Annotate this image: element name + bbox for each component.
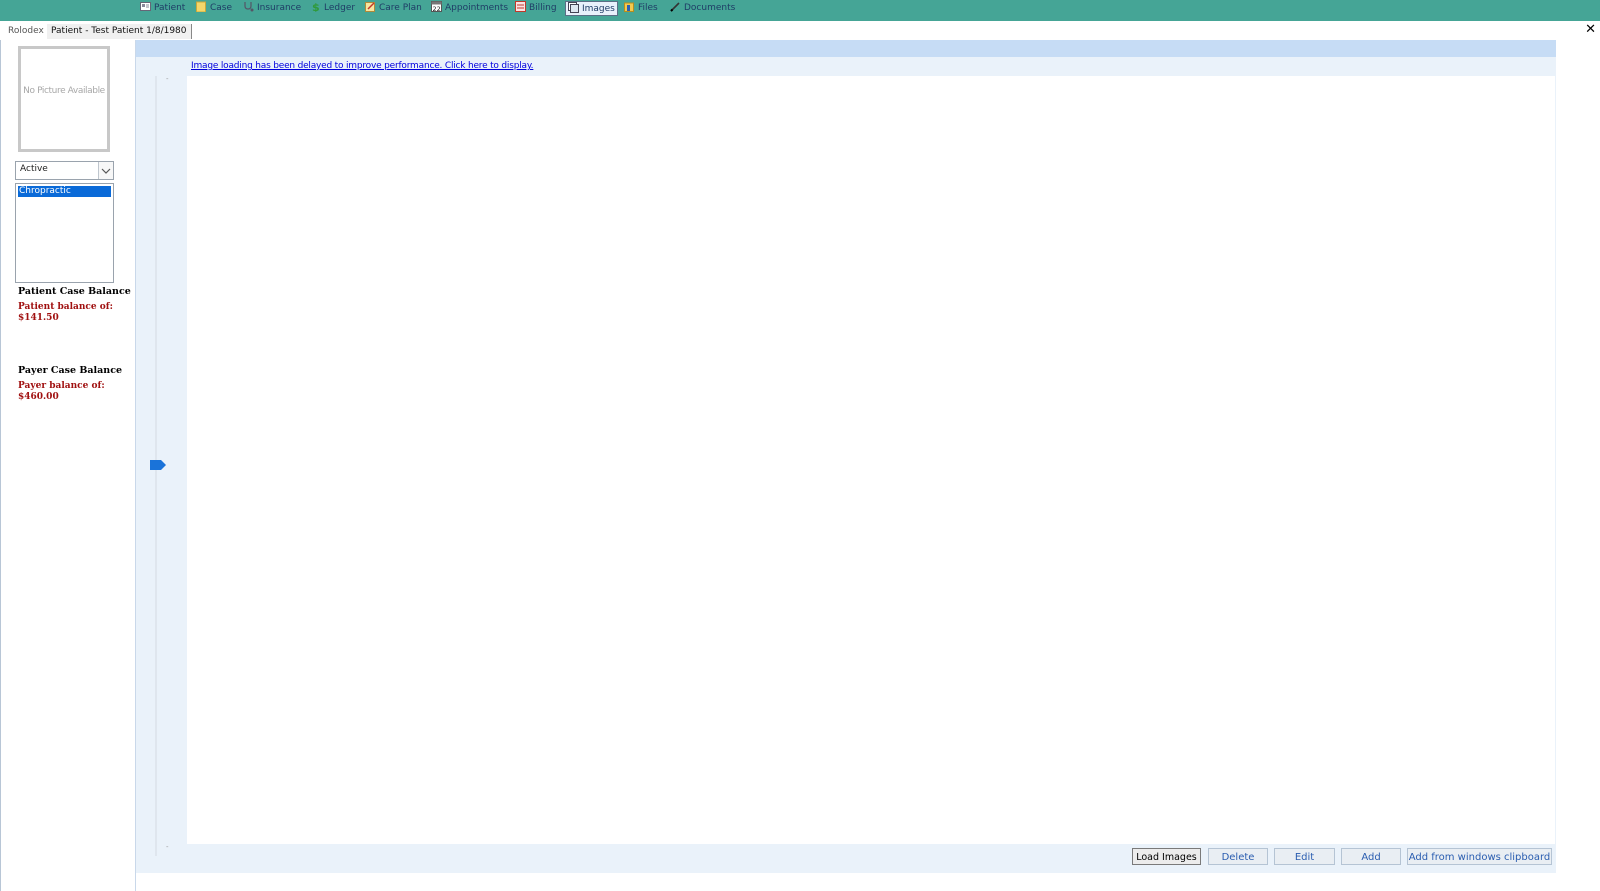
slider-tick-top: -	[166, 75, 169, 83]
case-status-value: Active	[20, 164, 48, 174]
slider-handle[interactable]	[150, 460, 166, 470]
tab-label: Ledger	[324, 3, 356, 13]
case-status-select[interactable]: Active	[15, 161, 114, 180]
dollar-icon: $	[310, 1, 321, 14]
tab-patient-info[interactable]: Patient	[140, 1, 185, 16]
tab-files[interactable]: Files	[624, 1, 658, 16]
delete-button[interactable]: Delete	[1208, 848, 1268, 865]
billing-icon	[515, 1, 526, 12]
payer-balance-amount: $460.00	[18, 392, 59, 402]
tab-label: Appointments	[445, 3, 509, 13]
add-from-clipboard-button[interactable]: Add from windows clipboard	[1407, 848, 1552, 865]
tab-label: Images	[582, 4, 615, 14]
sidebar-border	[0, 40, 1, 891]
calendar-icon: 22	[431, 1, 442, 13]
tab-label: Billing	[529, 3, 557, 13]
svg-text:$: $	[312, 1, 320, 12]
svg-text:22: 22	[433, 5, 441, 12]
tab-appointments[interactable]: 22 Appointments	[431, 1, 508, 16]
load-images-notice-link[interactable]: Image loading has been delayed to improv…	[191, 61, 534, 71]
patient-toolbar	[136, 40, 1556, 58]
document-tab-strip: Rolodex Patient - Test Patient 1/8/1980 …	[0, 21, 1600, 40]
payer-balance-label: Payer balance of:	[18, 381, 105, 391]
tab-label: Files	[638, 3, 658, 13]
tab-insurance[interactable]: Insurance	[243, 1, 301, 16]
slider-tick-bottom: -	[166, 843, 169, 851]
tab-images[interactable]: Images	[565, 1, 618, 16]
tab-ledger[interactable]: $ Ledger	[310, 1, 355, 16]
tab-label: Case	[210, 3, 233, 13]
tab-rolodex[interactable]: Rolodex	[8, 24, 44, 39]
photo-placeholder-text: No Picture Available	[23, 86, 105, 96]
images-icon	[568, 2, 579, 13]
tab-patient[interactable]: Patient - Test Patient 1/8/1980	[47, 24, 192, 39]
tab-billing[interactable]: Billing	[515, 1, 557, 16]
close-icon[interactable]: ✕	[1585, 22, 1596, 37]
add-button[interactable]: Add	[1341, 848, 1401, 865]
title-bar	[0, 0, 1600, 21]
tab-care-plan[interactable]: Care Plan	[365, 1, 422, 16]
patient-balance-title: Patient Case Balance	[18, 286, 131, 297]
image-viewer-area[interactable]	[187, 76, 1555, 844]
patient-balance-label: Patient balance of:	[18, 302, 113, 312]
tab-label: Insurance	[257, 3, 302, 13]
list-item[interactable]: Chropractic	[18, 186, 111, 197]
load-images-button[interactable]: Load Images	[1132, 848, 1201, 865]
payer-balance-title: Payer Case Balance	[18, 365, 123, 376]
tab-case[interactable]: Case	[196, 1, 232, 16]
patient-photo[interactable]: No Picture Available	[18, 46, 110, 152]
tab-documents[interactable]: Documents	[670, 1, 735, 16]
case-list[interactable]: Chropractic	[15, 183, 114, 283]
care-plan-icon	[365, 1, 376, 12]
folder-icon	[196, 1, 207, 13]
files-icon	[624, 1, 635, 12]
tab-label: Patient	[154, 3, 186, 13]
tab-label: Documents	[684, 3, 736, 13]
chevron-down-icon[interactable]	[98, 162, 113, 179]
stethoscope-icon	[243, 1, 254, 12]
edit-button[interactable]: Edit	[1274, 848, 1335, 865]
patient-card-icon	[140, 1, 151, 12]
tab-label: Care Plan	[379, 3, 422, 13]
pen-icon	[670, 1, 681, 12]
patient-balance-amount: $141.50	[18, 313, 59, 323]
